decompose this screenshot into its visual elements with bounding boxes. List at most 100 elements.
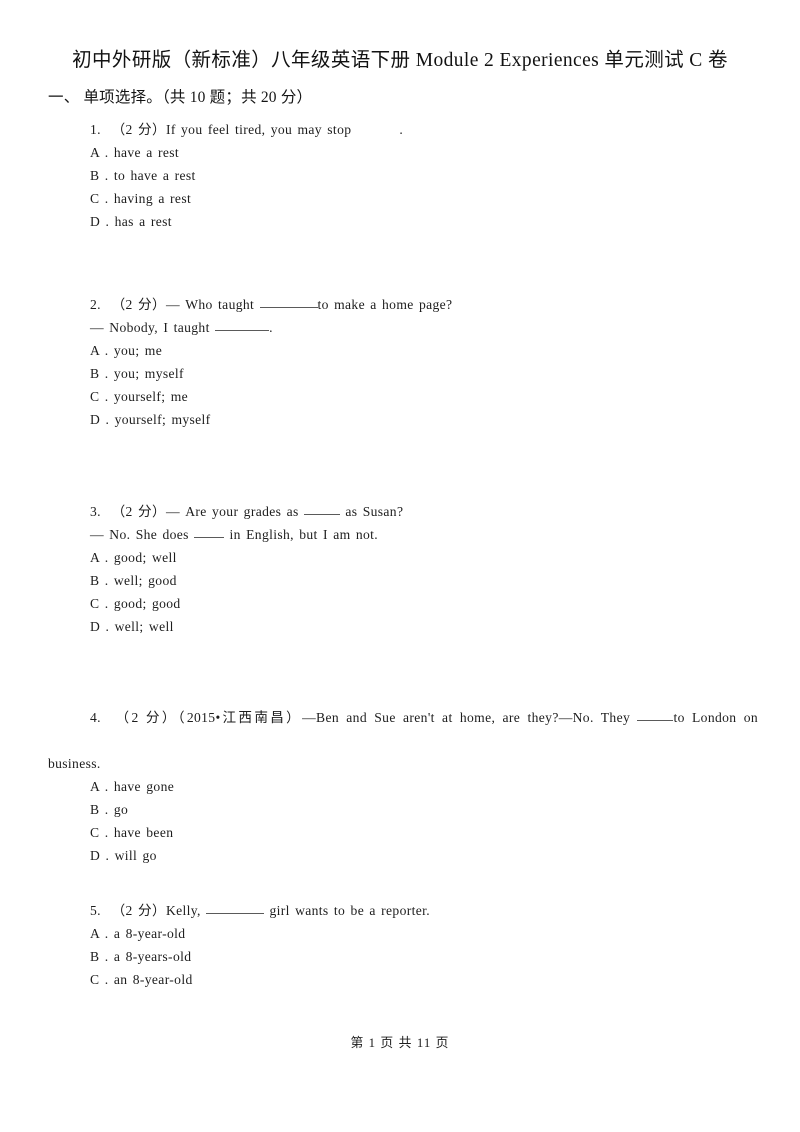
option-label-5-c: C . — [90, 972, 109, 987]
question-stem-2-line2: — Nobody, I taught . — [90, 316, 758, 339]
question-block-3: 3. （2 分）— Are your grades as as Susan? —… — [48, 500, 758, 638]
option-3-d[interactable]: D . well; well — [90, 615, 758, 638]
option-text-1-d: has a rest — [114, 214, 172, 229]
option-4-d[interactable]: D . will go — [90, 844, 758, 867]
option-text-5-c: an 8-year-old — [113, 972, 193, 987]
question-text-2-tail: to make a home page? — [317, 297, 453, 312]
answer-blank-2-1 — [259, 295, 318, 308]
question-text-3: — Are your grades as — [165, 504, 299, 519]
question-text-3-l2: — No. She does — [90, 527, 189, 542]
option-5-a[interactable]: A . a 8-year-old — [90, 922, 758, 945]
exam-paper-page: 初中外研版（新标准）八年级英语下册 Module 2 Experiences 单… — [0, 0, 800, 1132]
question-marks-2: （2 分） — [111, 297, 166, 312]
option-text-4-c: have been — [113, 825, 174, 840]
option-3-b[interactable]: B . well; good — [90, 569, 758, 592]
option-label-1-a: A . — [90, 145, 109, 160]
answer-blank-3-2 — [194, 525, 225, 538]
question-stem-1: 1. （2 分）If you feel tired, you may stop. — [48, 118, 758, 141]
option-4-c[interactable]: C . have been — [90, 821, 758, 844]
question-number-1: 1. — [90, 122, 101, 137]
option-label-1-c: C . — [90, 191, 109, 206]
option-text-1-b: to have a rest — [113, 168, 196, 183]
option-4-b[interactable]: B . go — [90, 798, 758, 821]
option-1-a[interactable]: A . have a rest — [90, 141, 758, 164]
option-label-3-b: B . — [90, 573, 109, 588]
option-label-5-b: B . — [90, 949, 109, 964]
question-stem-4-line2: business. — [48, 756, 101, 771]
answer-blank-5 — [206, 901, 265, 914]
option-text-2-c: yourself; me — [113, 389, 189, 404]
answer-blank-3-1 — [303, 502, 340, 515]
question-text-5: Kelly, — [165, 903, 201, 918]
option-label-2-c: C . — [90, 389, 109, 404]
question-text-3-tail: as Susan? — [345, 504, 404, 519]
option-text-5-a: a 8-year-old — [113, 926, 186, 941]
question-marks-4: （2 分） — [115, 710, 178, 725]
option-text-4-d: will go — [114, 848, 157, 863]
question-text-5-tail: girl wants to be a reporter. — [269, 903, 430, 918]
question-block-1: 1. （2 分）If you feel tired, you may stop.… — [48, 118, 758, 233]
option-text-4-b: go — [113, 802, 129, 817]
question-number-5: 5. — [90, 903, 101, 918]
option-5-c[interactable]: C . an 8-year-old — [90, 968, 758, 991]
question-block-2: 2. （2 分）— Who taught to make a home page… — [48, 293, 758, 431]
question-text-1: If you feel tired, you may stop — [165, 122, 352, 137]
option-label-3-a: A . — [90, 550, 109, 565]
option-4-a[interactable]: A . have gone — [90, 775, 758, 798]
option-text-3-a: good; well — [113, 550, 177, 565]
question-number-4: 4. — [90, 710, 101, 725]
option-label-1-b: B . — [90, 168, 109, 183]
option-2-b[interactable]: B . you; myself — [90, 362, 758, 385]
option-3-a[interactable]: A . good; well — [90, 546, 758, 569]
option-2-c[interactable]: C . yourself; me — [90, 385, 758, 408]
option-1-d[interactable]: D . has a rest — [90, 210, 758, 233]
question-number-3: 3. — [90, 504, 101, 519]
option-2-d[interactable]: D . yourself; myself — [90, 408, 758, 431]
option-text-2-b: you; myself — [113, 366, 184, 381]
question-stem-4: 4. （2 分）（2015•江西南昌）—Ben and Sue aren't a… — [48, 706, 758, 752]
option-1-c[interactable]: C . having a rest — [90, 187, 758, 210]
question-stem-3: 3. （2 分）— Are your grades as as Susan? — [48, 500, 758, 523]
option-1-b[interactable]: B . to have a rest — [90, 164, 758, 187]
question-text-4-tail: to London on — [673, 710, 759, 725]
option-text-3-c: good; good — [113, 596, 181, 611]
question-text-2-l2: — Nobody, I taught — [90, 320, 210, 335]
option-text-3-b: well; good — [113, 573, 177, 588]
option-label-2-d: D . — [90, 412, 110, 427]
answer-blank-2-2 — [215, 318, 270, 331]
question-text-4: —Ben and Sue aren't at home, are they?—N… — [302, 710, 631, 725]
page-title: 初中外研版（新标准）八年级英语下册 Module 2 Experiences 单… — [72, 50, 728, 71]
option-2-a[interactable]: A . you; me — [90, 339, 758, 362]
question-stem-5: 5. （2 分）Kelly, girl wants to be a report… — [48, 899, 758, 922]
question-marks-1: （2 分） — [111, 122, 166, 137]
question-marks-5: （2 分） — [111, 903, 166, 918]
option-label-3-d: D . — [90, 619, 110, 634]
question-block-4: 4. （2 分）（2015•江西南昌）—Ben and Sue aren't a… — [48, 706, 758, 867]
question-stem-3-line2: — No. She does in English, but I am not. — [90, 523, 758, 546]
question-marks-3: （2 分） — [111, 504, 166, 519]
option-label-3-c: C . — [90, 596, 109, 611]
answer-blank-1 — [351, 121, 399, 133]
question-block-5: 5. （2 分）Kelly, girl wants to be a report… — [48, 899, 758, 991]
option-label-4-b: B . — [90, 802, 109, 817]
option-text-3-d: well; well — [114, 619, 174, 634]
option-text-5-b: a 8-years-old — [113, 949, 192, 964]
question-text-3-l2-tail: in English, but I am not. — [229, 527, 379, 542]
option-3-c[interactable]: C . good; good — [90, 592, 758, 615]
page-footer: 第 1 页 共 11 页 — [350, 1036, 450, 1050]
option-text-4-a: have gone — [113, 779, 175, 794]
question-stem-2: 2. （2 分）— Who taught to make a home page… — [48, 293, 758, 316]
option-label-2-b: B . — [90, 366, 109, 381]
option-text-1-c: having a rest — [113, 191, 192, 206]
question-text-1-tail: . — [399, 122, 404, 137]
section-heading: 一、 单项选择。（共 10 题；共 20 分） — [48, 89, 313, 106]
question-text-2-l2-tail: . — [269, 320, 273, 335]
question-source-tag-4: （2015•江西南昌） — [177, 710, 303, 725]
option-text-2-d: yourself; myself — [114, 412, 211, 427]
question-number-2: 2. — [90, 297, 101, 312]
option-label-5-a: A . — [90, 926, 109, 941]
question-text-2: — Who taught — [165, 297, 255, 312]
option-label-4-d: D . — [90, 848, 110, 863]
answer-blank-4 — [637, 708, 674, 721]
option-5-b[interactable]: B . a 8-years-old — [90, 945, 758, 968]
